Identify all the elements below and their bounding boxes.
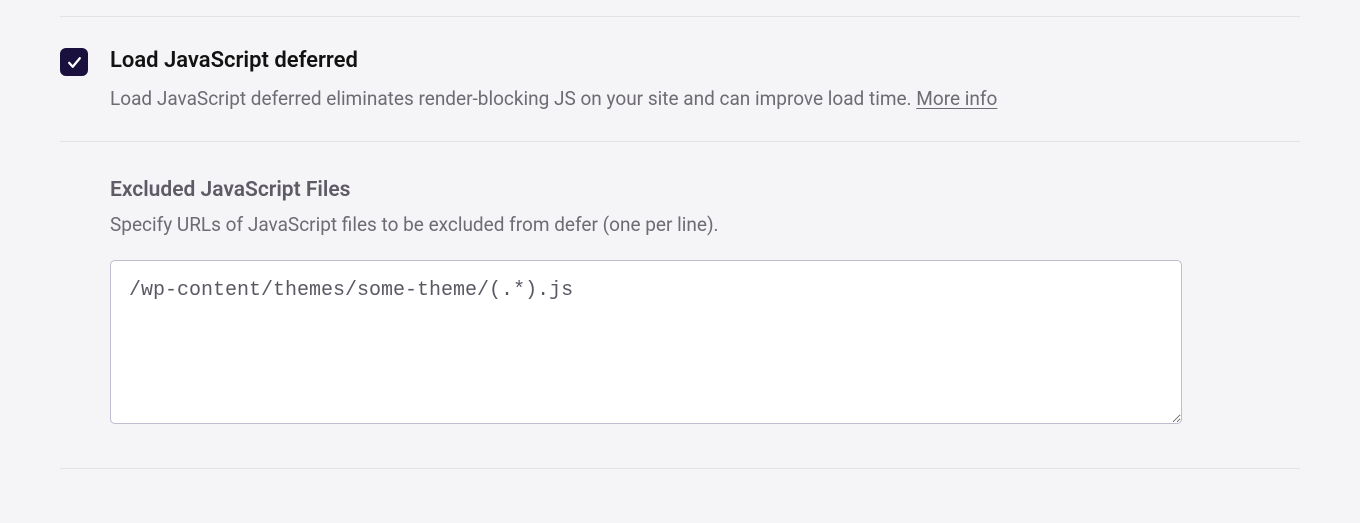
option-text: Load JavaScript deferred Load JavaScript…	[110, 47, 1300, 111]
option-description: Load JavaScript deferred eliminates rend…	[110, 86, 1300, 112]
check-icon	[66, 54, 83, 71]
excluded-description: Specify URLs of JavaScript files to be e…	[110, 212, 1300, 238]
divider	[60, 468, 1300, 469]
excluded-js-section: Excluded JavaScript Files Specify URLs o…	[60, 142, 1300, 458]
option-title: Load JavaScript deferred	[110, 47, 1300, 76]
excluded-js-textarea[interactable]	[110, 260, 1182, 424]
settings-panel: Load JavaScript deferred Load JavaScript…	[0, 16, 1360, 469]
option-load-js-deferred: Load JavaScript deferred Load JavaScript…	[60, 17, 1300, 141]
checkbox-load-js-deferred[interactable]	[60, 48, 88, 76]
excluded-title: Excluded JavaScript Files	[110, 178, 1300, 202]
option-description-text: Load JavaScript deferred eliminates rend…	[110, 87, 916, 110]
more-info-link[interactable]: More info	[916, 87, 997, 110]
